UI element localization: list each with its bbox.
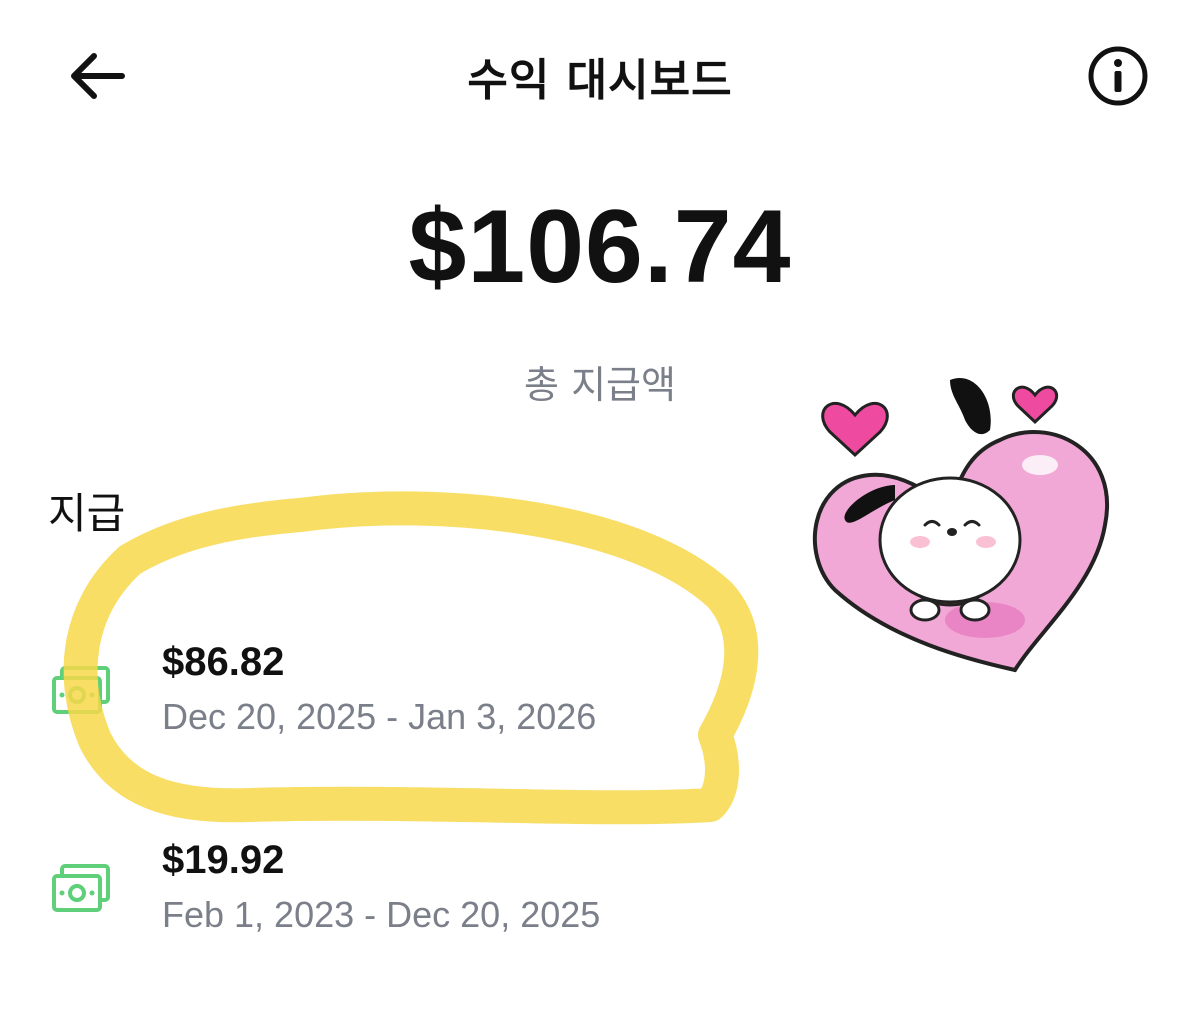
top-bar: 수익 대시보드 <box>0 0 1200 150</box>
heart-icon <box>1011 385 1059 425</box>
info-icon <box>1088 46 1148 106</box>
heart-icon <box>821 401 889 458</box>
page-title: 수익 대시보드 <box>467 55 733 106</box>
money-bill-icon <box>52 864 110 912</box>
payout-row[interactable]: $86.82 Dec 20, 2025 - Jan 3, 2026 <box>0 640 760 750</box>
puppy-heart-sticker <box>812 378 1109 673</box>
total-payout-amount: $106.74 <box>408 189 792 305</box>
payout-date-range: Dec 20, 2025 - Jan 3, 2026 <box>162 696 597 737</box>
money-bill-icon <box>52 666 110 714</box>
info-button[interactable] <box>1084 42 1152 110</box>
payouts-section-title: 지급 <box>48 489 126 538</box>
payout-amount: $19.92 <box>162 838 285 882</box>
payout-amount: $86.82 <box>162 640 285 684</box>
payout-date-range: Feb 1, 2023 - Dec 20, 2025 <box>162 894 601 935</box>
payout-row[interactable]: $19.92 Feb 1, 2023 - Dec 20, 2025 <box>0 838 760 948</box>
